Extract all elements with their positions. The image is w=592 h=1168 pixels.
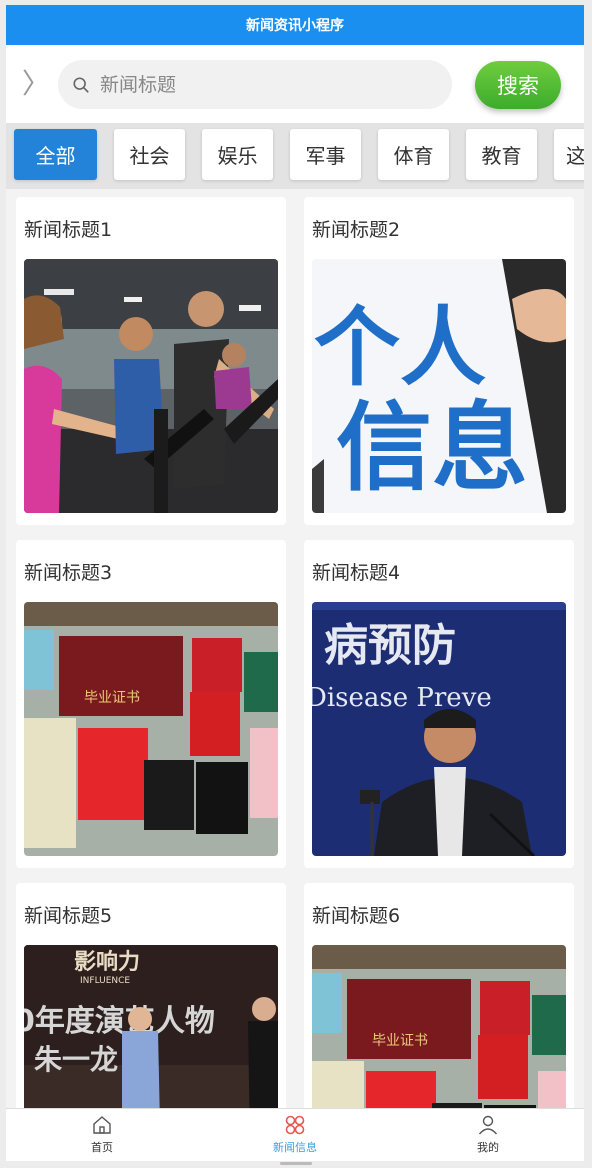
news-title: 新闻标题1 xyxy=(24,219,113,241)
nav-item-home[interactable]: 首页 xyxy=(6,1109,198,1161)
search-button[interactable]: 搜索 xyxy=(475,61,561,109)
tab-sports[interactable]: 体育 xyxy=(378,129,449,180)
bottom-nav: 首页 新闻信息 我的 xyxy=(6,1108,584,1161)
news-title: 新闻标题2 xyxy=(312,219,401,241)
certificates-photo: 毕业证书 xyxy=(24,602,278,856)
tab-education[interactable]: 教育 xyxy=(466,129,537,180)
user-icon xyxy=(478,1115,498,1135)
tab-entertainment[interactable]: 娱乐 xyxy=(202,129,273,180)
app-title: 新闻资讯小程序 xyxy=(246,18,344,34)
tab-society[interactable]: 社会 xyxy=(114,129,185,180)
news-card[interactable]: 新闻标题1 xyxy=(16,197,286,525)
image-text: 毕业证书 xyxy=(372,1033,428,1049)
news-title: 新闻标题4 xyxy=(312,562,401,584)
image-text: 个人 xyxy=(314,298,486,398)
image-text: 毕业证书 xyxy=(84,690,140,706)
news-card[interactable]: 新闻标题2 个人 信息 xyxy=(304,197,574,525)
press-conference-photo: 病预防 Disease Preve xyxy=(312,602,566,856)
category-tabs: 全部 社会 娱乐 军事 体育 教育 这 xyxy=(6,123,584,189)
search-input[interactable] xyxy=(100,73,420,96)
tab-military[interactable]: 军事 xyxy=(290,129,361,180)
news-card[interactable]: 新闻标题4 病预防 Disease Preve xyxy=(304,540,574,868)
news-card[interactable]: 新闻标题3 毕业证书 xyxy=(16,540,286,868)
news-title: 新闻标题3 xyxy=(24,562,113,584)
image-text: INFLUENCE xyxy=(80,976,130,986)
image-text: 朱一龙 xyxy=(34,1043,118,1076)
image-text: 病预防 xyxy=(324,620,456,671)
search-icon xyxy=(73,76,89,93)
image-text: 影响力 xyxy=(74,949,140,975)
nav-label-home: 首页 xyxy=(91,1141,113,1154)
nav-item-profile[interactable]: 我的 xyxy=(392,1109,584,1161)
gym-photo xyxy=(24,259,278,513)
image-text: 0年度演艺人物 xyxy=(24,1004,215,1039)
nav-label-news: 新闻信息 xyxy=(273,1141,317,1154)
search-bar: 〉 搜索 xyxy=(6,45,584,123)
news-title: 新闻标题5 xyxy=(24,905,113,927)
nav-label-profile: 我的 xyxy=(477,1141,499,1154)
search-box[interactable] xyxy=(58,60,452,109)
news-title: 新闻标题6 xyxy=(312,905,401,927)
tab-more[interactable]: 这 xyxy=(554,129,584,180)
news-icon xyxy=(285,1115,305,1135)
image-text: 信息 xyxy=(336,392,528,504)
nav-item-news[interactable]: 新闻信息 xyxy=(199,1109,391,1161)
tab-all[interactable]: 全部 xyxy=(14,129,97,180)
home-indicator xyxy=(280,1162,312,1165)
home-icon xyxy=(93,1116,111,1134)
phone-screen: 新闻资讯小程序 〉 搜索 全部 社会 娱乐 军事 体育 教育 这 新闻标题1 xyxy=(6,5,584,1161)
chevron-right-icon[interactable]: 〉 xyxy=(22,67,50,101)
personal-info-photo: 个人 信息 xyxy=(312,259,566,513)
app-title-bar: 新闻资讯小程序 xyxy=(6,5,584,45)
image-text: Disease Preve xyxy=(312,683,492,713)
